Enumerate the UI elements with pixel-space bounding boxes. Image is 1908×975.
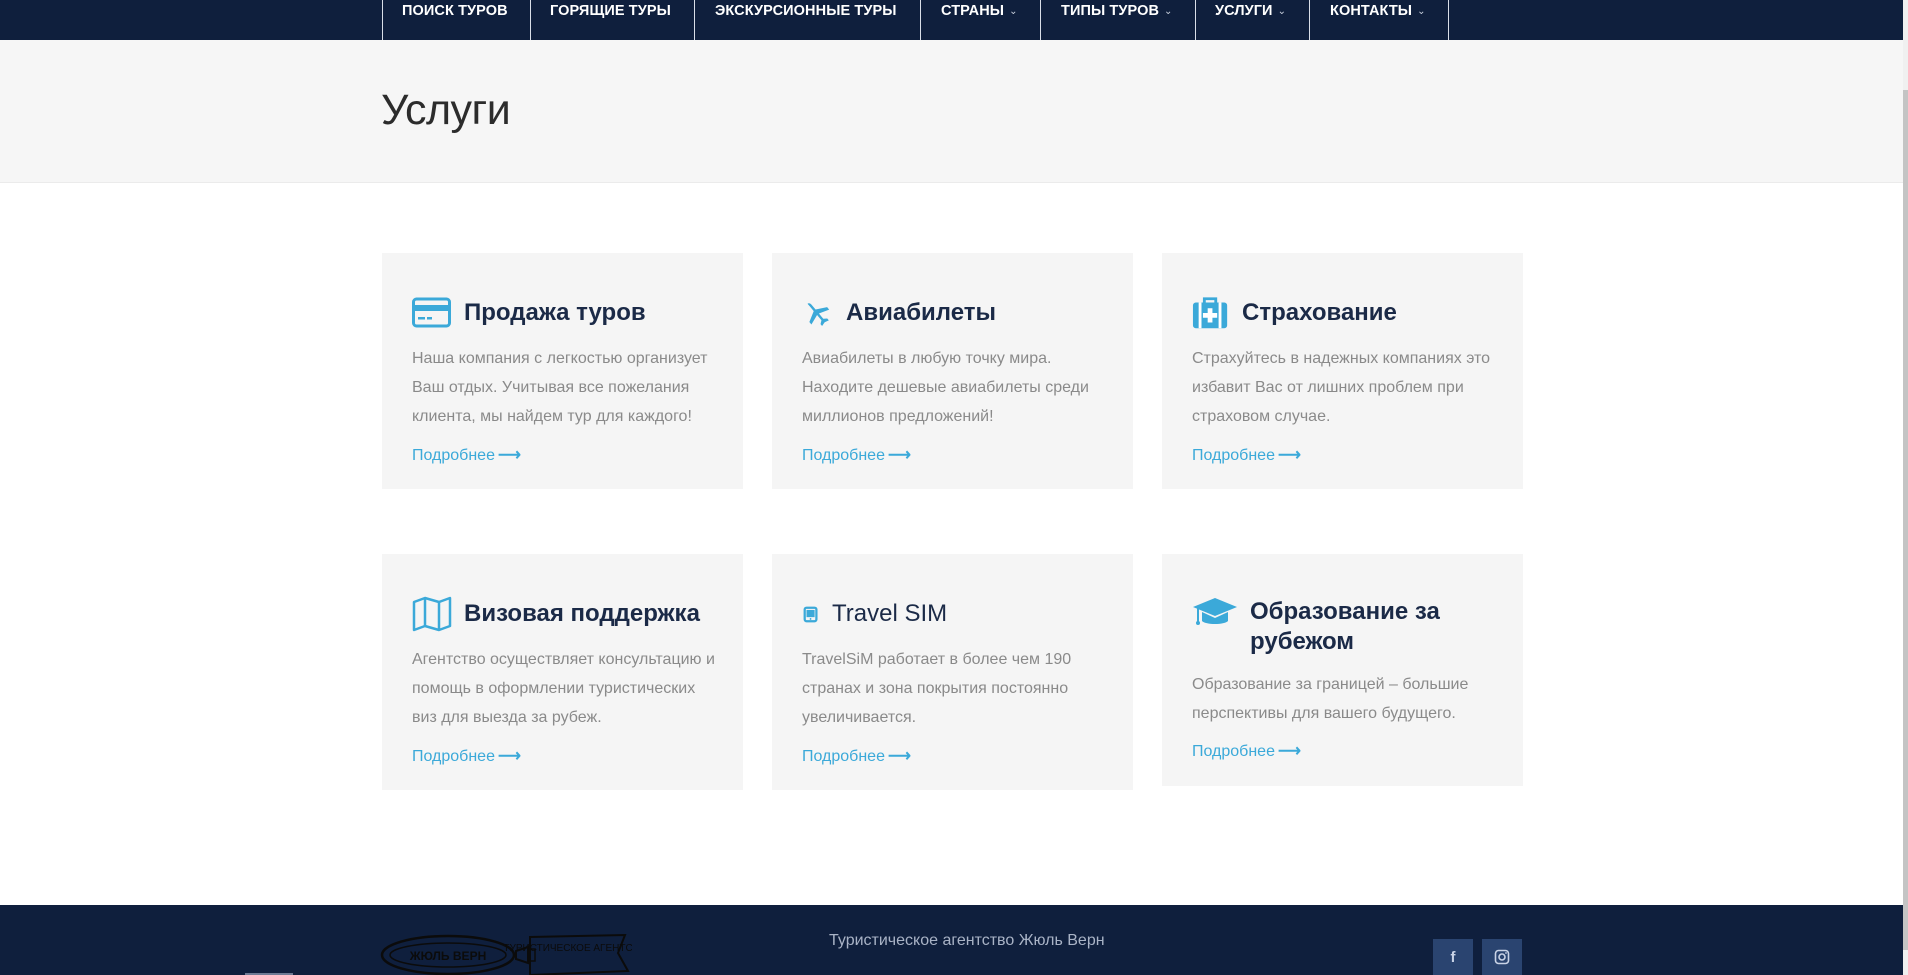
footer-copyright: Туристическое агентство Жюль Верн	[829, 932, 1105, 949]
more-link[interactable]: Подробнее ⟶	[802, 445, 911, 465]
card-description: TravelSiM работает в более чем 190 стран…	[802, 651, 1072, 726]
card-description: Наша компания с легкостью организует Ваш…	[412, 350, 708, 425]
nav-item-countries[interactable]: СТРАНЫ ⌄	[920, 0, 1040, 40]
card-description: Образование за границей – большие перспе…	[1192, 676, 1469, 722]
nav-item-label: ПОИСК ТУРОВ	[402, 3, 508, 19]
card-description: Страхуйтесь в надежных компаниях это изб…	[1192, 350, 1491, 425]
more-link[interactable]: Подробнее ⟶	[1192, 445, 1301, 465]
service-card-insurance: Страхование Страхуйтесь в надежных компа…	[1162, 253, 1523, 489]
arrow-right-icon: ⟶	[887, 748, 911, 765]
chevron-down-icon: ⌄	[1164, 6, 1173, 17]
facebook-icon: f	[1450, 948, 1456, 966]
scrollbar-thumb[interactable]	[1903, 90, 1908, 950]
arrow-right-icon: ⟶	[1277, 447, 1301, 464]
nav-item-hot-tours[interactable]: ГОРЯЩИЕ ТУРЫ	[530, 0, 694, 40]
card-header: Travel SIM	[802, 596, 947, 632]
more-link[interactable]: Подробнее ⟶	[412, 445, 521, 465]
nav-item-excursion-tours[interactable]: ЭКСКУРСИОННЫЕ ТУРЫ	[694, 0, 920, 40]
card-header: Продажа туров	[412, 295, 646, 331]
chevron-down-icon: ⌄	[1417, 6, 1426, 17]
footer: ЖЮЛЬ ВЕРН ТУРИСТИЧЕСКОЕ АГЕНТСТВО Турист…	[0, 905, 1903, 975]
nav-item-label: ЭКСКУРСИОННЫЕ ТУРЫ	[715, 3, 897, 19]
chevron-down-icon: ⌄	[1277, 6, 1287, 17]
card-header: Авиабилеты	[802, 295, 996, 331]
arrow-right-icon: ⟶	[887, 447, 911, 464]
service-card-visa-support: Визовая поддержка Агентство осуществляет…	[382, 554, 743, 790]
more-link[interactable]: Подробнее ⟶	[412, 746, 521, 766]
logo-banner: ТУРИСТИЧЕСКОЕ АГЕНТСТВО	[503, 943, 632, 954]
page-title: Услуги	[381, 86, 511, 134]
card-title: Продажа туров	[464, 299, 646, 326]
chevron-down-icon: ⌄	[1009, 6, 1018, 17]
nav-item-label: КОНТАКТЫ	[1330, 3, 1413, 19]
card-description: Авиабилеты в любую точку мира. Находите …	[802, 350, 1089, 425]
service-card-education-abroad: Образование за рубежом Образование за гр…	[1162, 554, 1523, 786]
service-card-travel-sim: Travel SIM TravelSiM работает в более че…	[772, 554, 1133, 790]
arrow-right-icon: ⟶	[497, 748, 521, 765]
nav-item-contacts[interactable]: КОНТАКТЫ ⌄	[1309, 0, 1449, 40]
nav-item-tour-search[interactable]: ПОИСК ТУРОВ	[382, 0, 530, 40]
card-header: Страхование	[1192, 295, 1397, 331]
mobile-phone-icon	[803, 606, 818, 623]
nav-item-label: ГОРЯЩИЕ ТУРЫ	[550, 3, 671, 19]
arrow-right-icon: ⟶	[1277, 743, 1301, 760]
page: ПОИСК ТУРОВ ГОРЯЩИЕ ТУРЫ ЭКСКУРСИОННЫЕ Т…	[0, 0, 1908, 975]
logo-wordmark: ЖЮЛЬ ВЕРН	[409, 949, 486, 963]
more-link-label: Подробнее	[802, 447, 885, 464]
instagram-button[interactable]	[1482, 939, 1522, 975]
medical-kit-icon	[1192, 297, 1228, 329]
graduation-cap-icon	[1193, 598, 1237, 625]
nav-menu: ПОИСК ТУРОВ ГОРЯЩИЕ ТУРЫ ЭКСКУРСИОННЫЕ Т…	[382, 0, 1449, 40]
nav-item-label: УСЛУГИ	[1215, 3, 1273, 19]
card-title: Страхование	[1242, 299, 1397, 326]
card-header: Визовая поддержка	[412, 596, 700, 632]
service-card-tour-sales: Продажа туров Наша компания с легкостью …	[382, 253, 743, 489]
more-link-label: Подробнее	[802, 748, 885, 765]
facebook-button[interactable]: f	[1433, 939, 1473, 975]
nav-item-label: СТРАНЫ	[941, 3, 1005, 19]
more-link-label: Подробнее	[412, 748, 495, 765]
more-link[interactable]: Подробнее ⟶	[802, 746, 911, 766]
credit-card-icon	[412, 297, 451, 328]
arrow-right-icon: ⟶	[497, 447, 521, 464]
card-header: Образование за рубежом	[1192, 594, 1460, 657]
more-link-label: Подробнее	[1192, 447, 1275, 464]
airplane-icon	[807, 303, 830, 326]
card-description: Агентство осуществляет консультацию и по…	[412, 651, 715, 726]
more-link-label: Подробнее	[412, 447, 495, 464]
page-header: Услуги	[0, 40, 1903, 183]
nav-item-label: ТИПЫ ТУРОВ	[1061, 3, 1160, 19]
nav-item-services[interactable]: УСЛУГИ ⌄	[1195, 0, 1309, 40]
instagram-icon	[1494, 949, 1510, 965]
card-title: Визовая поддержка	[464, 600, 700, 627]
agency-logo[interactable]: ЖЮЛЬ ВЕРН ТУРИСТИЧЕСКОЕ АГЕНТСТВО	[380, 931, 632, 975]
top-navigation: ПОИСК ТУРОВ ГОРЯЩИЕ ТУРЫ ЭКСКУРСИОННЫЕ Т…	[0, 0, 1903, 40]
service-card-air-tickets: Авиабилеты Авиабилеты в любую точку мира…	[772, 253, 1133, 489]
map-icon	[412, 596, 452, 632]
more-link-label: Подробнее	[1192, 743, 1275, 760]
card-title: Travel SIM	[832, 600, 948, 627]
card-title: Авиабилеты	[846, 299, 996, 326]
more-link[interactable]: Подробнее ⟶	[1192, 741, 1301, 761]
nav-item-tour-types[interactable]: ТИПЫ ТУРОВ ⌄	[1040, 0, 1195, 40]
card-title: Образование за рубежом	[1250, 598, 1440, 655]
